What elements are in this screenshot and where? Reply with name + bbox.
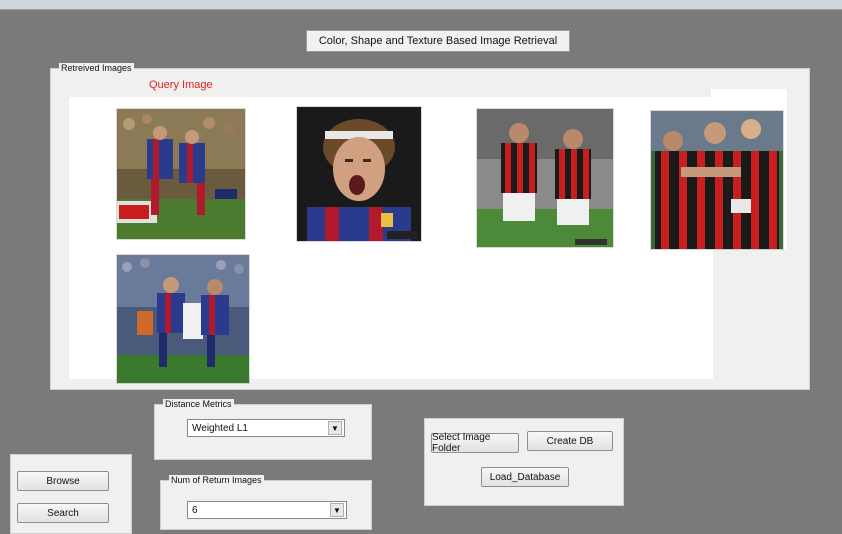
browse-button[interactable]: Browse [17, 471, 109, 491]
distance-metrics-panel: Distance Metrics Weighted L1 ▼ [154, 399, 372, 460]
num-return-images-value: 6 [192, 504, 198, 516]
window-top-strip [0, 0, 842, 10]
result-image-3 [651, 111, 783, 249]
distance-metrics-title: Distance Metrics [163, 399, 234, 410]
load-database-button[interactable]: Load_Database [481, 467, 569, 487]
app-window: Color, Shape and Texture Based Image Ret… [0, 10, 842, 534]
retrieved-images-title: Retreived Images [59, 63, 134, 74]
query-controls-panel: Browse Search [10, 454, 132, 534]
search-button[interactable]: Search [17, 503, 109, 523]
dropdown-arrow-icon[interactable]: ▼ [330, 503, 344, 517]
result-image-1 [297, 107, 421, 241]
query-image [117, 109, 245, 239]
database-panel: Select Image Folder Create DB Load_Datab… [424, 418, 624, 506]
distance-metric-select[interactable]: Weighted L1 ▼ [187, 419, 345, 437]
num-return-images-select[interactable]: 6 ▼ [187, 501, 347, 519]
num-return-images-panel: Num of Return Images 6 ▼ [160, 475, 372, 530]
retrieved-images-panel: Retreived Images Query Image [50, 63, 810, 390]
query-image-label: Query Image [149, 79, 213, 91]
dropdown-arrow-icon[interactable]: ▼ [328, 421, 342, 435]
select-image-folder-button[interactable]: Select Image Folder [431, 432, 519, 454]
result-image-2 [477, 109, 613, 247]
create-db-button[interactable]: Create DB [527, 431, 613, 451]
distance-metric-value: Weighted L1 [192, 422, 248, 434]
app-title: Color, Shape and Texture Based Image Ret… [306, 30, 570, 52]
num-return-images-title: Num of Return Images [169, 475, 264, 486]
result-image-4 [117, 255, 249, 383]
